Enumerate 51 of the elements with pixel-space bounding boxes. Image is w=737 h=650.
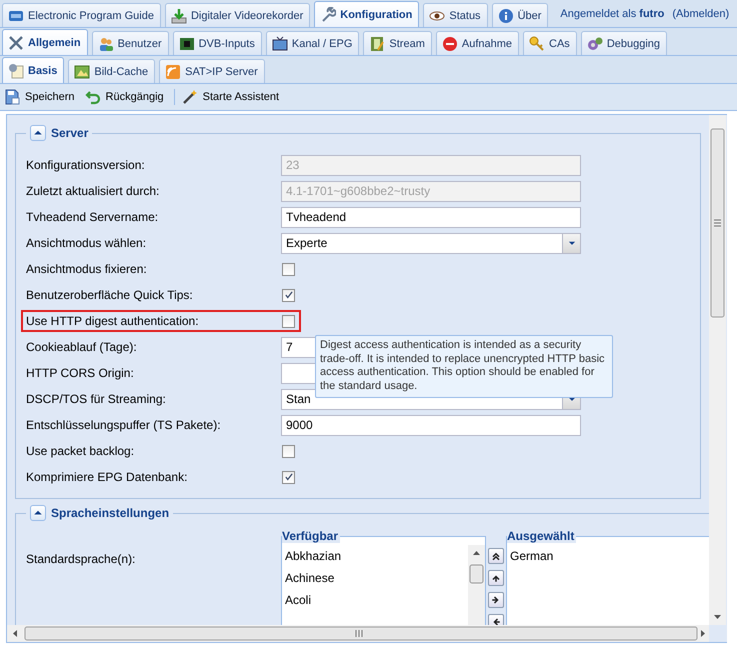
tab[interactable]: DVB-Inputs xyxy=(172,31,262,55)
tab[interactable]: Bild-Cache xyxy=(68,59,156,83)
toolbar-button[interactable]: Rückgängig xyxy=(82,86,169,108)
tab[interactable]: SAT>IP Server xyxy=(159,59,265,83)
list-title: Verfügbar xyxy=(282,529,340,543)
tab[interactable]: Aufnahme xyxy=(436,31,520,55)
tab[interactable]: Stream xyxy=(363,31,432,55)
logout-link[interactable]: (Abmelden) xyxy=(672,8,730,20)
tab[interactable]: Basis xyxy=(2,57,64,83)
user-status: Angemeldet als futro xyxy=(560,8,664,20)
tab[interactable]: Benutzer xyxy=(92,31,169,55)
field-label: Use packet backlog: xyxy=(26,444,136,458)
tab[interactable]: CAs xyxy=(523,31,577,55)
list-title: Ausgewählt xyxy=(507,529,576,543)
field-label: Entschlüsselungspuffer (TS Pakete): xyxy=(26,418,222,432)
field-label: HTTP CORS Origin: xyxy=(26,366,135,380)
field-label: Ansichtmodus fixieren: xyxy=(26,262,148,276)
tab[interactable]: Allgemein xyxy=(2,29,88,55)
field-label: DSCP/TOS für Streaming: xyxy=(26,392,167,406)
section-title: Spracheinstellungen xyxy=(51,506,170,520)
field-value: Experte xyxy=(286,236,328,250)
field-label: Benutzeroberfläche Quick Tips: xyxy=(26,288,194,302)
dropdown-field[interactable]: Experte xyxy=(281,232,581,254)
tab[interactable]: Kanal / EPG xyxy=(266,31,360,55)
tab[interactable]: Über xyxy=(492,3,548,27)
field-label: Tvheadend Servername: xyxy=(26,210,160,224)
input-field: 4.1-1701~g608bbe2~trusty xyxy=(281,180,581,202)
tab[interactable]: Debugging xyxy=(580,31,668,55)
list-item[interactable]: Acoli xyxy=(282,589,468,611)
toolbar-button[interactable]: Speichern xyxy=(2,86,80,108)
field-label: Cookieablauf (Tage): xyxy=(26,340,138,354)
field-label: Standardsprache(n): xyxy=(26,552,136,566)
input-field: 23 xyxy=(281,154,581,176)
tab[interactable]: Digitaler Videorekorder xyxy=(164,3,310,27)
list-item[interactable]: Achinese xyxy=(282,567,468,589)
input-field[interactable]: 9000 xyxy=(281,414,581,436)
field-label: Ansichtmodus wählen: xyxy=(26,236,148,250)
field-value: Stan xyxy=(286,392,311,406)
field-label: Konfigurationsversion: xyxy=(26,158,146,172)
tooltip: Digest access authentication is intended as a security trade-off. It is intended to replace unencrypted HTTP basic access authentication. This option should be enabled for the standard usage. xyxy=(315,335,613,398)
tab[interactable]: Electronic Program Guide xyxy=(2,3,161,27)
field-label: Use HTTP digest authentication: xyxy=(26,314,200,328)
input-field[interactable]: Tvheadend xyxy=(281,206,581,228)
tab[interactable]: Konfiguration xyxy=(314,1,420,27)
list-item[interactable]: Abkhazian xyxy=(282,545,468,567)
tab[interactable]: Status xyxy=(423,3,488,27)
section-title: Server xyxy=(51,126,88,140)
field-label: Komprimiere EPG Datenbank: xyxy=(26,470,188,484)
toolbar-button[interactable]: Starte Assistent xyxy=(180,86,284,108)
field-label: Zuletzt aktualisiert durch: xyxy=(26,184,160,198)
list-item[interactable]: German xyxy=(507,545,709,567)
